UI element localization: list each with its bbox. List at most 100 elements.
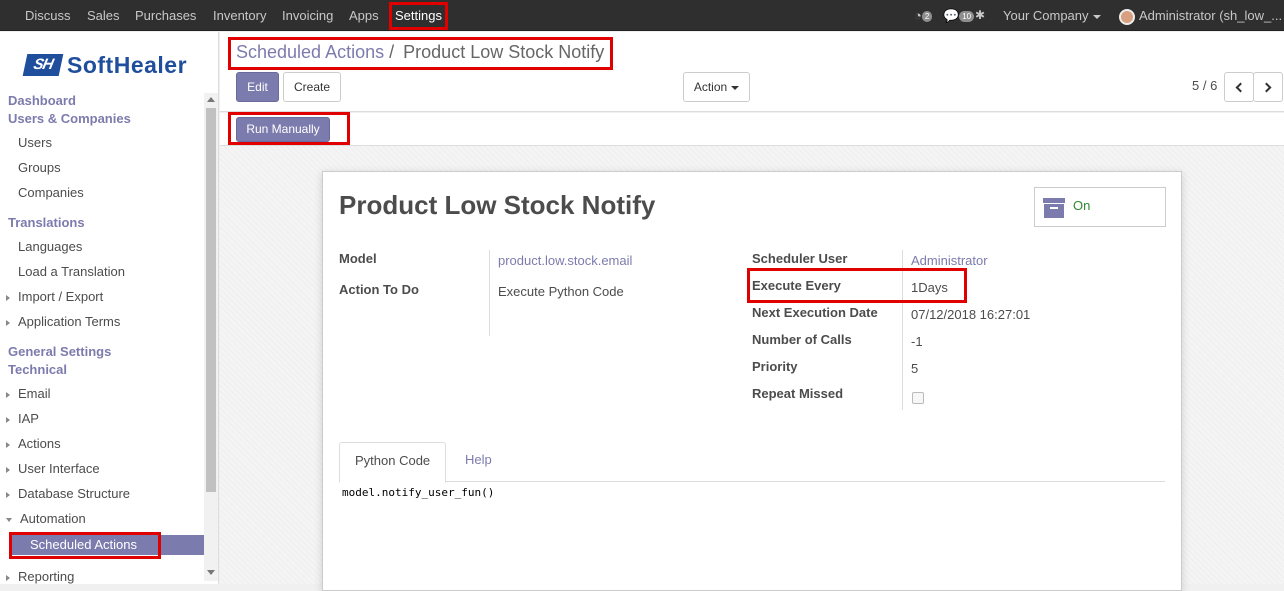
expand-arrow-icon xyxy=(6,441,10,448)
company-name: Your Company xyxy=(1003,8,1089,23)
caret-down-icon xyxy=(731,85,740,90)
action-to-do-label: Action To Do xyxy=(339,282,419,297)
pager-value: 5 / 6 xyxy=(1192,78,1218,93)
sidebar-section-translations[interactable]: Translations xyxy=(8,215,85,230)
expand-arrow-icon xyxy=(6,574,10,581)
model-value[interactable]: product.low.stock.email xyxy=(498,253,632,268)
menu-inventory[interactable]: Inventory xyxy=(213,0,266,31)
form-sheet: Product Low Stock Notify On Model produc… xyxy=(322,171,1182,591)
number-of-calls-label: Number of Calls xyxy=(752,332,852,347)
sidebar-item-iap[interactable]: IAP xyxy=(6,411,39,426)
pager-next-button[interactable] xyxy=(1253,72,1283,102)
right-field-separator xyxy=(902,250,903,410)
edit-button[interactable]: Edit xyxy=(236,72,279,102)
number-of-calls-value: -1 xyxy=(911,334,923,349)
user-menu[interactable]: Administrator (sh_low_... xyxy=(1119,0,1282,31)
sidebar-item-scheduled-actions[interactable]: Scheduled Actions xyxy=(10,535,204,555)
softhealer-logo: SH SoftHealer xyxy=(22,51,188,78)
tab-python-code[interactable]: Python Code xyxy=(339,442,447,483)
sidebar-item-companies[interactable]: Companies xyxy=(18,185,84,200)
next-execution-date-value: 07/12/2018 16:27:01 xyxy=(911,307,1031,322)
sidebar-item-application-terms[interactable]: Application Terms xyxy=(6,314,120,329)
notebook-tabs: Python Code Help xyxy=(339,442,1165,483)
active-toggle-button[interactable]: On xyxy=(1034,187,1166,227)
chevron-right-icon xyxy=(1261,82,1272,93)
priority-label: Priority xyxy=(752,359,798,374)
messaging-indicator[interactable]: 💬 10 xyxy=(943,0,975,31)
menu-purchases[interactable]: Purchases xyxy=(135,0,196,31)
execute-every-value: 1Days xyxy=(911,280,948,295)
company-switcher[interactable]: Your Company xyxy=(1003,0,1101,31)
run-manually-button[interactable]: Run Manually xyxy=(236,117,330,142)
sidebar-section-technical[interactable]: Technical xyxy=(8,362,67,377)
logo-mark: SH xyxy=(22,54,64,76)
menu-discuss[interactable]: Discuss xyxy=(25,0,71,31)
sidebar-item-load-translation[interactable]: Load a Translation xyxy=(18,264,125,279)
create-button[interactable]: Create xyxy=(283,72,341,102)
sidebar-section-users-companies[interactable]: Users & Companies xyxy=(8,111,131,126)
chat-icon: 💬 xyxy=(943,8,960,23)
menu-sales[interactable]: Sales xyxy=(87,0,120,31)
repeat-missed-checkbox[interactable] xyxy=(912,392,924,404)
sidebar-item-languages[interactable]: Languages xyxy=(18,239,82,254)
action-dropdown[interactable]: Action xyxy=(683,72,750,102)
breadcrumb-separator: / xyxy=(389,42,395,62)
expand-arrow-icon xyxy=(6,294,10,301)
breadcrumb: Scheduled Actions / Product Low Stock No… xyxy=(236,42,604,63)
scroll-down-icon[interactable] xyxy=(207,570,215,575)
sidebar-item-email[interactable]: Email xyxy=(6,386,51,401)
avatar xyxy=(1119,8,1135,25)
menu-apps[interactable]: Apps xyxy=(349,0,379,31)
pager-previous-button[interactable] xyxy=(1224,72,1254,102)
sidebar: SH SoftHealer Dashboard Users & Companie… xyxy=(0,32,219,584)
python-code-content[interactable]: model.notify_user_fun() xyxy=(342,486,494,499)
scrollbar-thumb[interactable] xyxy=(206,108,216,492)
record-title: Product Low Stock Notify xyxy=(339,190,656,220)
expand-arrow-icon xyxy=(6,466,10,473)
model-label: Model xyxy=(339,251,377,266)
sidebar-section-dashboard[interactable]: Dashboard xyxy=(8,93,76,108)
expand-arrow-icon xyxy=(6,391,10,398)
user-name: Administrator (sh_low_... xyxy=(1139,8,1283,23)
menu-settings[interactable]: Settings xyxy=(395,0,442,31)
activity-count-badge: 2 xyxy=(921,11,933,23)
sidebar-item-groups[interactable]: Groups xyxy=(18,160,61,175)
clock-icon: ◔ xyxy=(914,8,922,23)
sidebar-section-general-settings[interactable]: General Settings xyxy=(8,344,111,359)
sidebar-item-user-interface[interactable]: User Interface xyxy=(6,461,100,476)
sidebar-item-import-export[interactable]: Import / Export xyxy=(6,289,103,304)
sidebar-item-database-structure[interactable]: Database Structure xyxy=(6,486,130,501)
logo-text: SoftHealer xyxy=(67,51,188,78)
breadcrumb-scheduled-actions[interactable]: Scheduled Actions xyxy=(236,42,384,62)
expand-arrow-icon xyxy=(6,491,10,498)
form-view: Product Low Stock Notify On Model produc… xyxy=(220,146,1284,591)
scheduler-user-value[interactable]: Administrator xyxy=(911,253,988,268)
execute-every-label: Execute Every xyxy=(752,278,841,293)
sidebar-scrollbar[interactable] xyxy=(204,93,218,581)
breadcrumb-current: Product Low Stock Notify xyxy=(403,42,605,62)
scheduler-user-label: Scheduler User xyxy=(752,251,848,266)
sidebar-item-actions[interactable]: Actions xyxy=(6,436,61,451)
next-execution-date-label: Next Execution Date xyxy=(752,305,878,320)
sidebar-item-reporting[interactable]: Reporting xyxy=(6,569,74,584)
sidebar-item-automation[interactable]: Automation xyxy=(6,511,86,526)
sidebar-item-users[interactable]: Users xyxy=(18,135,52,150)
message-count-badge: 10 xyxy=(959,11,975,23)
action-to-do-value: Execute Python Code xyxy=(498,284,624,299)
collapse-arrow-icon xyxy=(6,517,12,522)
activity-indicator[interactable]: ◔ 2 xyxy=(914,0,933,31)
scroll-up-icon[interactable] xyxy=(207,97,215,102)
tab-help[interactable]: Help xyxy=(450,442,507,482)
top-navbar: Discuss Sales Purchases Inventory Invoic… xyxy=(0,0,1284,31)
form-statusbar: Run Manually xyxy=(220,113,1284,146)
expand-arrow-icon xyxy=(6,319,10,326)
caret-down-icon xyxy=(1092,14,1101,19)
bug-icon[interactable]: ✱ xyxy=(975,0,985,31)
active-status-label: On xyxy=(1073,198,1091,213)
menu-invoicing[interactable]: Invoicing xyxy=(282,0,333,31)
chevron-left-icon xyxy=(1235,82,1246,93)
archive-icon xyxy=(1043,198,1065,218)
priority-value: 5 xyxy=(911,361,919,376)
repeat-missed-label: Repeat Missed xyxy=(752,386,844,401)
control-panel: Scheduled Actions / Product Low Stock No… xyxy=(220,32,1284,112)
